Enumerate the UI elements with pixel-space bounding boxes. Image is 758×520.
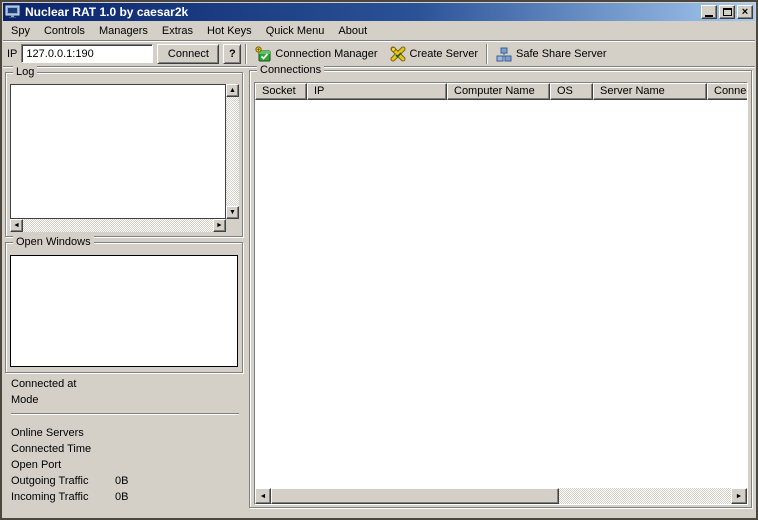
column-header-connection[interactable]: Connection (707, 83, 747, 100)
connection-manager-button[interactable]: Connection Manager (251, 44, 381, 64)
close-icon: × (742, 7, 748, 17)
column-header-socket[interactable]: Socket (255, 83, 307, 100)
status-row: Online Servers (11, 425, 241, 441)
column-header-os[interactable]: OS (550, 83, 593, 100)
create-server-label: Create Server (410, 48, 478, 60)
window-title: Nuclear RAT 1.0 by caesar2k (25, 5, 699, 19)
column-header-ip[interactable]: IP (307, 83, 447, 100)
status-row: Incoming Traffic 0B (11, 489, 241, 505)
app-icon (5, 5, 21, 19)
menu-item-controls[interactable]: Controls (37, 23, 92, 39)
left-arrow-icon: ◄ (260, 493, 267, 500)
titlebar[interactable]: Nuclear RAT 1.0 by caesar2k × (3, 3, 755, 21)
status-row: Connected at (11, 376, 241, 392)
minimize-button[interactable] (701, 5, 717, 19)
status-row: Outgoing Traffic 0B (11, 473, 241, 489)
scroll-left-button[interactable]: ◄ (255, 488, 271, 504)
open-windows-panel-title: Open Windows (13, 236, 94, 249)
safe-share-server-label: Safe Share Server (516, 48, 607, 60)
incoming-traffic-value: 0B (115, 491, 128, 503)
toolbar-separator (486, 44, 488, 64)
menu-item-hot-keys[interactable]: Hot Keys (200, 23, 259, 39)
log-memo: ▲ ▼ ◄ ► (10, 84, 239, 232)
toolbar: IP Connect ? Connection Manager (3, 40, 755, 67)
connection-manager-label: Connection Manager (275, 48, 377, 60)
column-header-server-name[interactable]: Server Name (593, 83, 707, 100)
mode-label: Mode (11, 394, 115, 406)
status-row: Open Port (11, 457, 241, 473)
connect-button[interactable]: Connect (157, 44, 219, 64)
connections-header-row: Socket IP Computer Name OS Server Name C… (255, 83, 747, 100)
scrollbar-track[interactable] (23, 219, 213, 232)
create-server-icon (390, 46, 406, 62)
maximize-button[interactable] (719, 5, 735, 19)
app-window: Nuclear RAT 1.0 by caesar2k × Spy Contro… (0, 0, 758, 520)
right-arrow-icon: ► (736, 493, 743, 500)
scrollbar-corner (226, 219, 239, 232)
log-panel-title: Log (13, 66, 37, 79)
connections-panel-title: Connections (257, 64, 324, 77)
ip-input[interactable] (21, 44, 153, 63)
menu-item-quick-menu[interactable]: Quick Menu (259, 23, 332, 39)
scrollbar-track[interactable] (226, 97, 239, 206)
connections-list-body[interactable] (255, 100, 747, 488)
outgoing-traffic-label: Outgoing Traffic (11, 475, 115, 487)
connections-panel: Connections Socket IP Computer Name OS S… (249, 70, 752, 508)
status-row: Connected Time (11, 441, 241, 457)
online-servers-label: Online Servers (11, 427, 115, 439)
log-vertical-scrollbar: ▲ ▼ (226, 84, 239, 219)
scroll-left-button[interactable]: ◄ (10, 219, 23, 232)
open-port-label: Open Port (11, 459, 115, 471)
log-horizontal-scrollbar: ◄ ► (10, 219, 226, 232)
connected-at-label: Connected at (11, 378, 115, 390)
menu-item-about[interactable]: About (331, 23, 374, 39)
create-server-button[interactable]: Create Server (386, 44, 482, 64)
safe-share-server-button[interactable]: Safe Share Server (492, 44, 611, 64)
scrollbar-track[interactable] (559, 488, 731, 504)
right-arrow-icon: ► (216, 222, 223, 229)
menubar: Spy Controls Managers Extras Hot Keys Qu… (3, 22, 755, 40)
log-panel: Log ▲ ▼ ◄ ► (5, 72, 243, 237)
scroll-up-button[interactable]: ▲ (226, 84, 239, 97)
log-text-area[interactable] (10, 84, 226, 219)
status-row: Mode (11, 392, 241, 408)
scroll-down-button[interactable]: ▼ (226, 206, 239, 219)
ip-label: IP (7, 48, 17, 60)
connected-time-label: Connected Time (11, 443, 115, 455)
open-windows-list[interactable] (10, 255, 238, 367)
minimize-icon (705, 15, 713, 17)
safe-share-server-icon (496, 46, 512, 62)
scroll-right-button[interactable]: ► (213, 219, 226, 232)
scroll-right-button[interactable]: ► (731, 488, 747, 504)
incoming-traffic-label: Incoming Traffic (11, 491, 115, 503)
column-header-computer-name[interactable]: Computer Name (447, 83, 550, 100)
open-windows-panel: Open Windows (5, 242, 243, 373)
left-arrow-icon: ◄ (13, 222, 20, 229)
down-arrow-icon: ▼ (229, 209, 236, 216)
toolbar-separator (245, 44, 247, 64)
menu-item-managers[interactable]: Managers (92, 23, 155, 39)
connection-manager-icon (255, 46, 271, 62)
status-separator (11, 413, 239, 415)
connections-horizontal-scrollbar: ◄ ► (255, 488, 747, 504)
maximize-icon (723, 8, 732, 16)
connections-list-view: Socket IP Computer Name OS Server Name C… (254, 82, 748, 505)
menu-item-extras[interactable]: Extras (155, 23, 200, 39)
close-button[interactable]: × (737, 5, 753, 19)
outgoing-traffic-value: 0B (115, 475, 128, 487)
scrollbar-thumb[interactable] (271, 488, 559, 504)
status-block: Connected at Mode Online Servers Connect… (11, 376, 241, 505)
menu-item-spy[interactable]: Spy (4, 23, 37, 39)
up-arrow-icon: ▲ (229, 87, 236, 94)
help-button[interactable]: ? (223, 44, 241, 64)
